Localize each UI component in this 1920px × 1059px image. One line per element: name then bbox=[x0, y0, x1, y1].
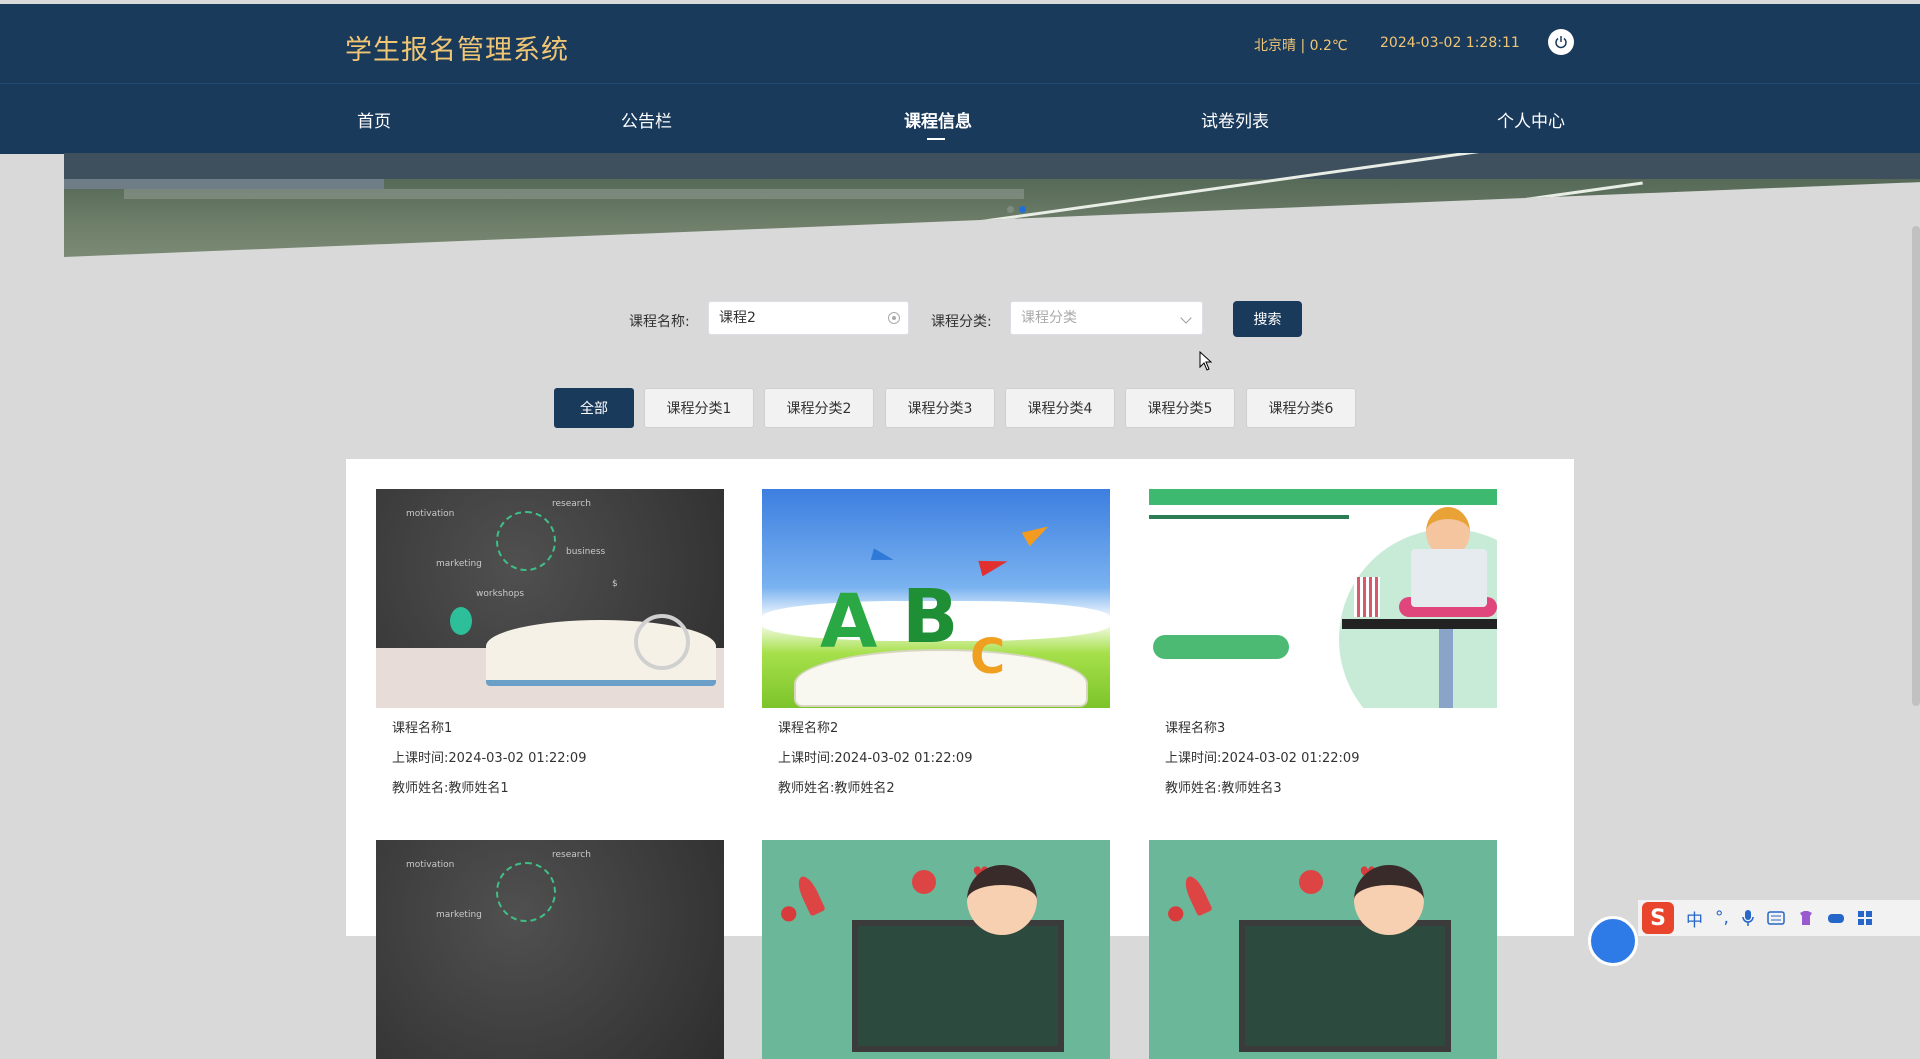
category-tab-all[interactable]: 全部 bbox=[554, 388, 634, 428]
course-teacher: 教师姓名:教师姓名1 bbox=[392, 777, 724, 796]
course-card[interactable]: motivation research marketing bbox=[376, 840, 724, 1059]
ime-mode-toggle[interactable]: 中 bbox=[1686, 906, 1703, 931]
main-nav: 首页 公告栏 课程信息 试卷列表 个人中心 bbox=[0, 83, 1920, 154]
course-time: 上课时间:2024-03-02 01:22:09 bbox=[1165, 747, 1497, 766]
banner-detail bbox=[124, 189, 1024, 199]
grid-icon[interactable] bbox=[1857, 910, 1873, 926]
ime-toolbar: S 中 °, bbox=[1638, 900, 1920, 936]
course-teacher-value: 教师姓名3 bbox=[1221, 781, 1282, 796]
search-form: 课程名称: 课程2 课程分类: 课程分类 搜索 bbox=[0, 301, 1920, 337]
course-image: A B C bbox=[762, 489, 1110, 708]
course-teacher: 教师姓名:教师姓名2 bbox=[778, 777, 1110, 796]
course-card[interactable]: 课程名称3 上课时间:2024-03-02 01:22:09 教师姓名:教师姓名… bbox=[1149, 489, 1497, 796]
category-select[interactable]: 课程分类 bbox=[1010, 301, 1203, 335]
nav-item-home[interactable]: 首页 bbox=[357, 107, 391, 132]
keyboard-icon[interactable] bbox=[1767, 911, 1785, 925]
datetime-text: 2024-03-02 1:28:11 bbox=[1380, 35, 1520, 51]
course-time: 上课时间:2024-03-02 01:22:09 bbox=[778, 747, 1110, 766]
course-card[interactable]: motivation research marketing business w… bbox=[376, 489, 724, 796]
course-image: motivation research marketing bbox=[376, 840, 724, 1059]
course-image: motivation research marketing business w… bbox=[376, 489, 724, 708]
floating-action-button[interactable] bbox=[1588, 916, 1638, 966]
course-teacher-label: 教师姓名: bbox=[392, 781, 449, 796]
banner-road-line bbox=[1503, 181, 1643, 204]
app-title: 学生报名管理系统 bbox=[345, 35, 569, 66]
category-tab-3[interactable]: 课程分类3 bbox=[885, 388, 995, 428]
category-tab-1[interactable]: 课程分类1 bbox=[644, 388, 754, 428]
category-tab-5[interactable]: 课程分类5 bbox=[1125, 388, 1235, 428]
category-tab-2[interactable]: 课程分类2 bbox=[764, 388, 874, 428]
banner-building bbox=[64, 153, 1920, 179]
nav-item-courses[interactable]: 课程信息 bbox=[904, 107, 972, 132]
course-time-value: 2024-03-02 01:22:09 bbox=[1221, 751, 1360, 766]
power-icon bbox=[1555, 36, 1567, 49]
course-name: 课程名称2 bbox=[778, 721, 839, 736]
course-card[interactable]: ♥ ● bbox=[1149, 840, 1497, 1059]
course-card[interactable]: A B C 课程名称2 上课时间:2024-03-02 01:22:09 教师姓… bbox=[762, 489, 1110, 796]
course-time-label: 上课时间: bbox=[778, 751, 835, 766]
course-image: ♥ ● bbox=[1149, 840, 1497, 1059]
course-name-value: 课程2 bbox=[719, 310, 756, 326]
mic-icon[interactable] bbox=[1741, 909, 1755, 927]
header-bar: 学生报名管理系统 北京晴 | 0.2℃ 2024-03-02 1:28:11 bbox=[0, 4, 1920, 83]
course-image bbox=[1149, 489, 1497, 708]
course-image: ♥ ● bbox=[762, 840, 1110, 1059]
course-name-input[interactable]: 课程2 bbox=[708, 301, 909, 335]
course-teacher-value: 教师姓名1 bbox=[448, 781, 509, 796]
course-name-label: 课程名称: bbox=[629, 314, 690, 330]
course-teacher-value: 教师姓名2 bbox=[834, 781, 895, 796]
course-time-value: 2024-03-02 01:22:09 bbox=[834, 751, 973, 766]
nav-active-indicator bbox=[927, 138, 945, 140]
course-teacher-label: 教师姓名: bbox=[1165, 781, 1222, 796]
clear-icon[interactable] bbox=[888, 312, 900, 324]
carousel-dot[interactable] bbox=[1007, 206, 1014, 213]
course-time-label: 上课时间: bbox=[392, 751, 449, 766]
course-name: 课程名称3 bbox=[1165, 721, 1226, 736]
course-list-panel: motivation research marketing business w… bbox=[346, 459, 1574, 1059]
course-time-value: 2024-03-02 01:22:09 bbox=[448, 751, 587, 766]
nav-item-profile[interactable]: 个人中心 bbox=[1497, 107, 1565, 132]
category-tabs: 全部 课程分类1 课程分类2 课程分类3 课程分类4 课程分类5 课程分类6 bbox=[0, 388, 1920, 428]
course-name: 课程名称1 bbox=[392, 721, 453, 736]
mouse-cursor-icon bbox=[1199, 351, 1213, 371]
skin-icon[interactable] bbox=[1797, 910, 1815, 926]
banner-carousel[interactable] bbox=[64, 153, 1920, 257]
course-time-label: 上课时间: bbox=[1165, 751, 1222, 766]
page-scrollbar[interactable] bbox=[1912, 226, 1920, 706]
course-teacher-label: 教师姓名: bbox=[778, 781, 835, 796]
course-card[interactable]: ♥ ● bbox=[762, 840, 1110, 1059]
course-teacher: 教师姓名:教师姓名3 bbox=[1165, 777, 1497, 796]
chevron-down-icon bbox=[1180, 312, 1192, 324]
category-label: 课程分类: bbox=[931, 314, 992, 330]
search-button[interactable]: 搜索 bbox=[1233, 301, 1302, 337]
banner-detail bbox=[64, 179, 384, 189]
category-placeholder: 课程分类 bbox=[1021, 310, 1077, 326]
course-time: 上课时间:2024-03-02 01:22:09 bbox=[392, 747, 724, 766]
weather-text: 北京晴 | 0.2℃ bbox=[1254, 38, 1348, 54]
ime-punct-toggle[interactable]: °, bbox=[1715, 908, 1729, 928]
logout-button[interactable] bbox=[1548, 29, 1574, 55]
nav-item-exams[interactable]: 试卷列表 bbox=[1201, 107, 1269, 132]
carousel-dot-active[interactable] bbox=[1019, 206, 1026, 213]
category-tab-4[interactable]: 课程分类4 bbox=[1005, 388, 1115, 428]
ime-logo[interactable]: S bbox=[1642, 902, 1674, 934]
gamepad-icon[interactable] bbox=[1827, 911, 1845, 925]
nav-item-notices[interactable]: 公告栏 bbox=[621, 107, 672, 132]
category-tab-6[interactable]: 课程分类6 bbox=[1246, 388, 1356, 428]
